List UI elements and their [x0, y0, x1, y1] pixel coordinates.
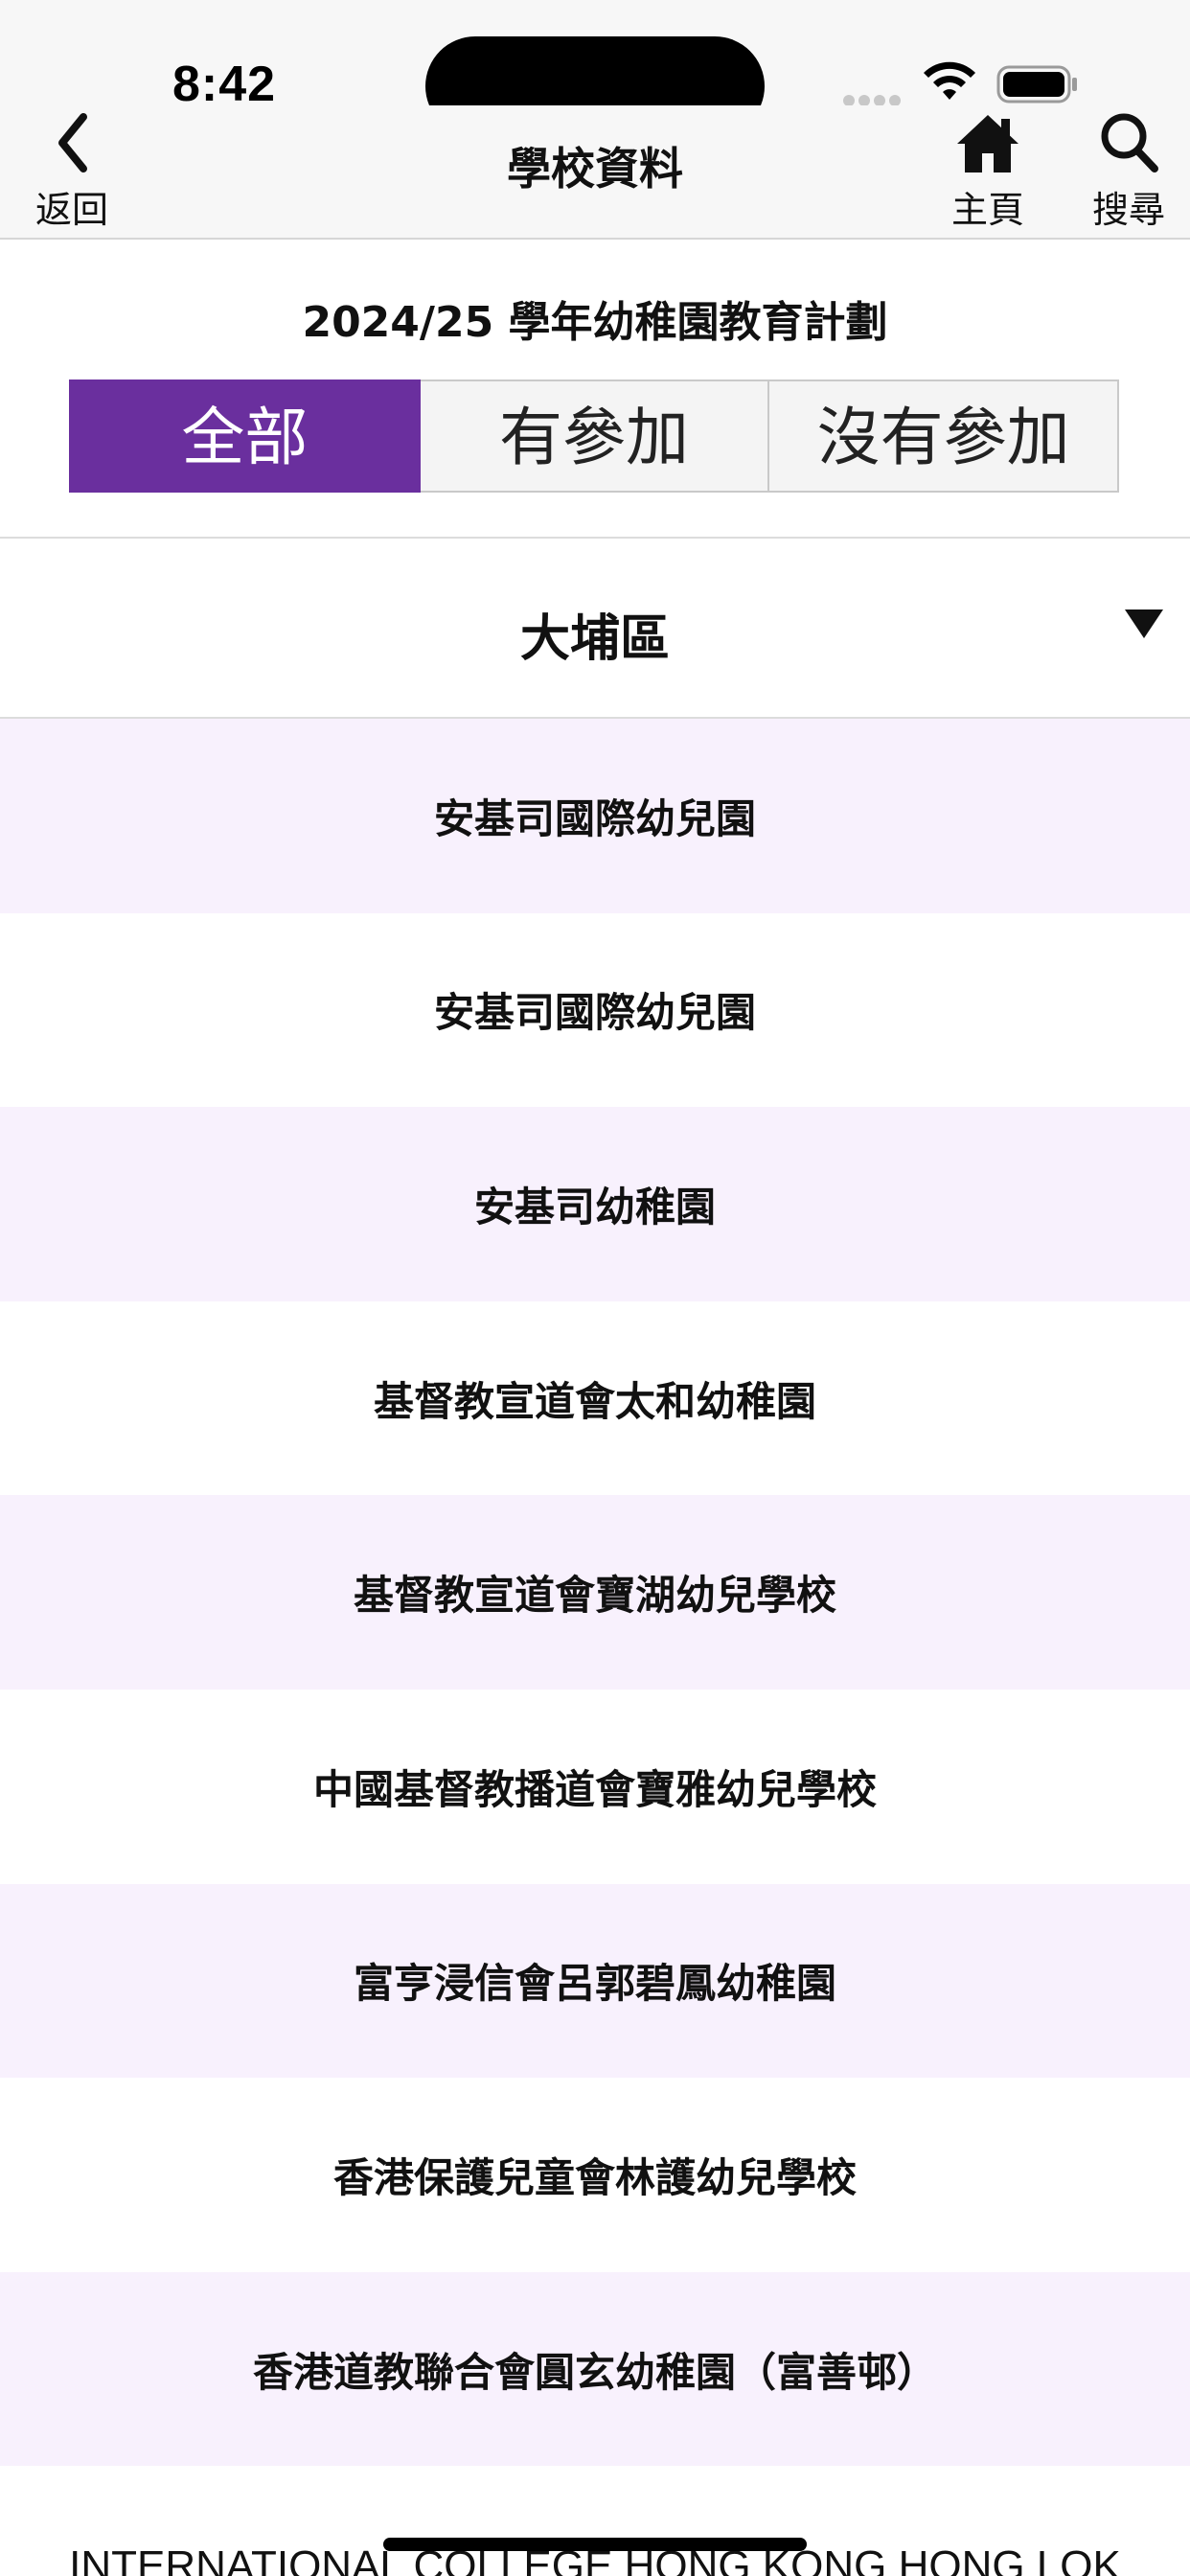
school-list-item[interactable]: 香港道教聯合會圓玄幼稚園（富善邨）: [0, 2271, 1190, 2467]
home-label: 主頁: [950, 189, 1024, 231]
school-list-item[interactable]: INTERNATIONAL COLLEGE HONG KONG HONG LOK: [0, 2466, 1190, 2576]
nav-bar: 返回 學校資料 主頁 搜尋: [0, 105, 1190, 240]
participation-filter: 全部 有參加 沒有參加: [69, 380, 1120, 493]
school-list-item[interactable]: 中國基督教播道會寶雅幼兒學校: [0, 1689, 1190, 1884]
school-list-item[interactable]: 安基司幼稚園: [0, 1107, 1190, 1301]
school-list-item[interactable]: 基督教宣道會寶湖幼兒學校: [0, 1495, 1190, 1690]
battery-icon: [996, 65, 1077, 104]
filter-tab-not-participating[interactable]: 沒有參加: [769, 380, 1120, 493]
school-list-item[interactable]: 基督教宣道會太和幼稚園: [0, 1300, 1190, 1496]
filter-tab-all[interactable]: 全部: [69, 380, 421, 493]
status-bar: 8:42: [0, 0, 1190, 136]
status-time: 8:42: [172, 57, 277, 112]
home-button[interactable]: 主頁: [937, 109, 1039, 234]
filter-tab-participating[interactable]: 有參加: [420, 380, 770, 493]
district-selected-label: 大埔區: [519, 610, 670, 668]
home-icon: [957, 115, 1018, 172]
back-label: 返回: [34, 189, 108, 231]
school-list-item[interactable]: 安基司國際幼兒園: [0, 912, 1190, 1108]
dropdown-triangle-icon: [1125, 610, 1163, 638]
home-indicator[interactable]: [383, 2538, 807, 2551]
school-list: 安基司國際幼兒園 安基司國際幼兒園 安基司幼稚園 基督教宣道會太和幼稚園 基督教…: [0, 719, 1190, 2576]
cellular-signal-icon: [843, 92, 906, 106]
back-button[interactable]: 返回: [19, 109, 125, 234]
district-dropdown[interactable]: 大埔區: [0, 539, 1190, 717]
search-icon: [1101, 113, 1158, 172]
plan-title: 2024/25 學年幼稚園教育計劃: [302, 298, 888, 347]
search-button[interactable]: 搜尋: [1073, 109, 1184, 234]
chevron-left-icon: [58, 113, 87, 172]
wifi-icon: [924, 61, 975, 100]
school-list-item[interactable]: 富亨浸信會呂郭碧鳳幼稚園: [0, 1883, 1190, 2079]
school-list-item[interactable]: 安基司國際幼兒園: [0, 719, 1190, 913]
school-list-item[interactable]: 香港保護兒童會林護幼兒學校: [0, 2078, 1190, 2272]
search-label: 搜尋: [1091, 189, 1165, 231]
